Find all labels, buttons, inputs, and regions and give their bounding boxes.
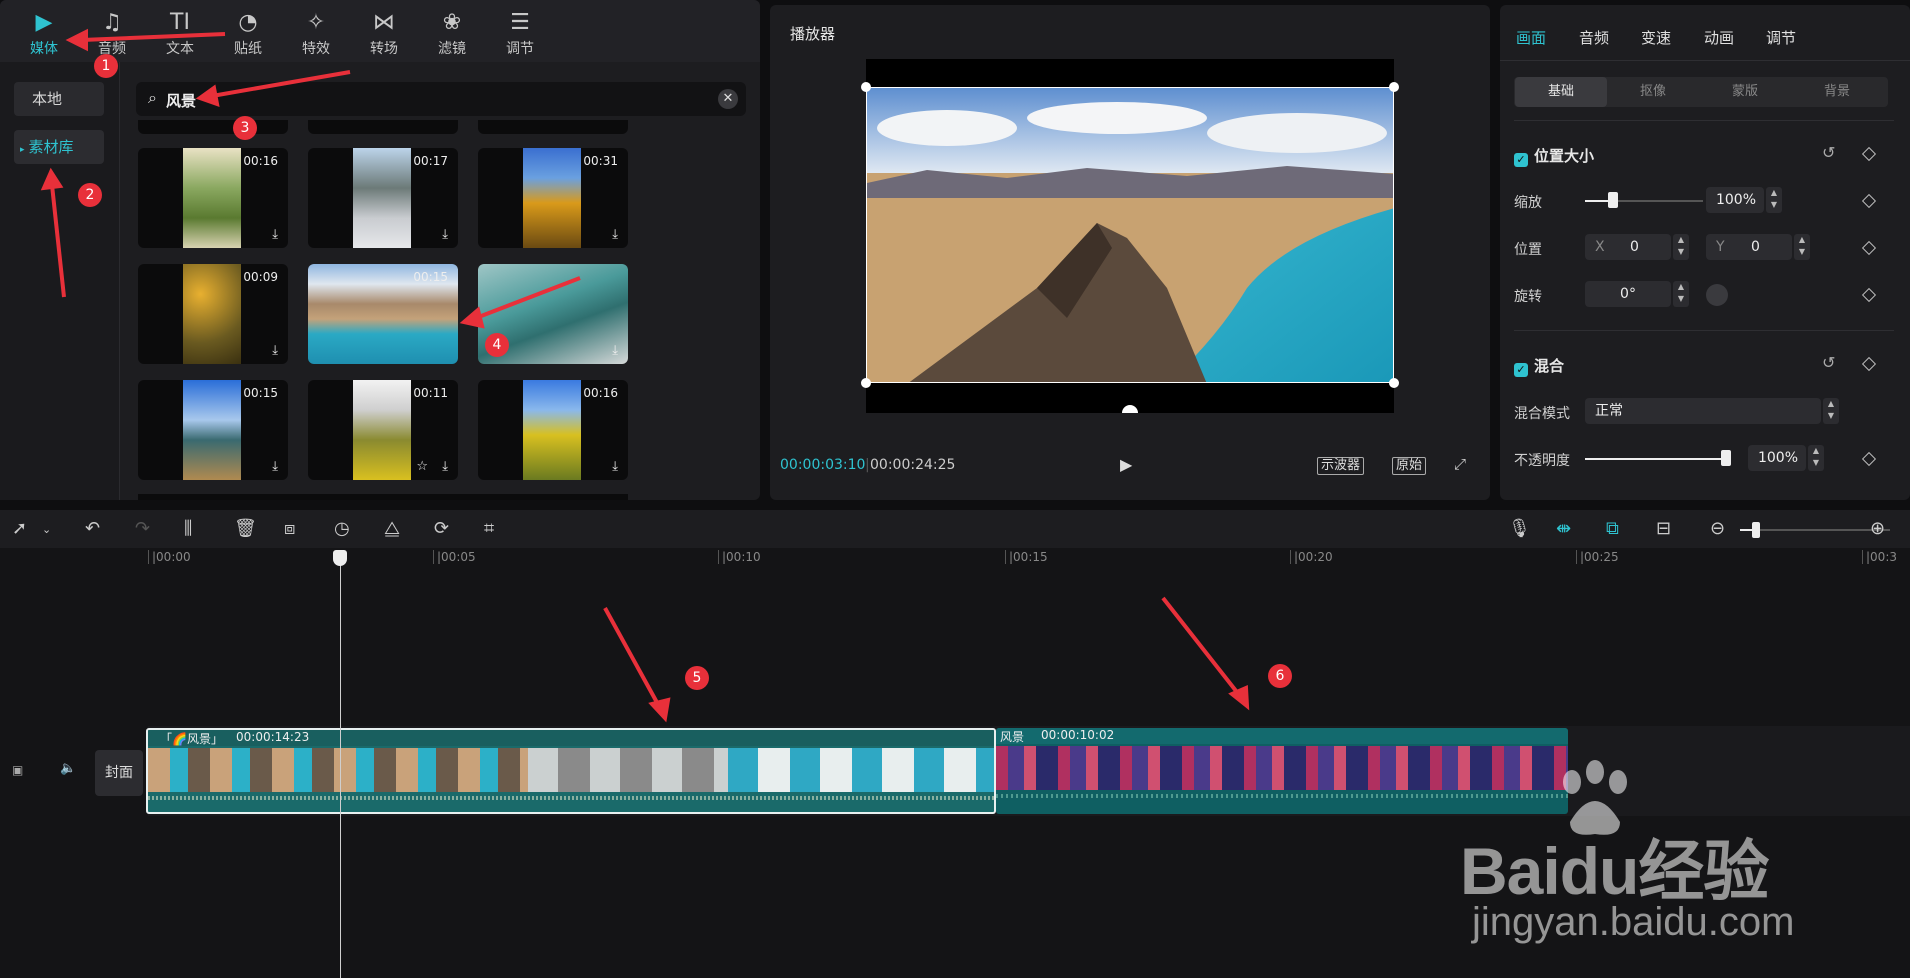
annotation-marker: 6: [1268, 664, 1292, 688]
annotation-marker: 4: [485, 333, 509, 357]
annotation-marker: 2: [78, 183, 102, 207]
app-window: ▶媒体 ♫音频 TI文本 ◔贴纸 ✧特效 ⋈转场 ❀滤镜 ☰调节: [0, 0, 1910, 978]
watermark-url: jingyan.baidu.com: [1472, 900, 1795, 944]
annotation-marker: 1: [94, 54, 118, 78]
annotation-marker: 3: [233, 116, 257, 140]
baidu-watermark: Baidu经验 jingyan.baidu.com: [1460, 760, 1900, 970]
annotation-marker: 5: [685, 666, 709, 690]
